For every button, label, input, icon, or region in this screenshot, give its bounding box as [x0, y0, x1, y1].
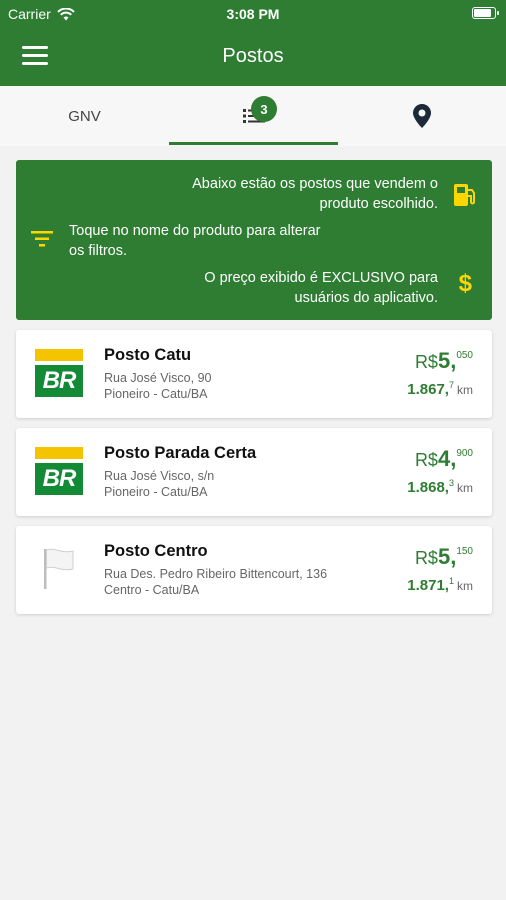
- station-address: Rua José Visco, s/n Pioneiro - Catu/BA: [104, 468, 214, 500]
- station-neighborhood: Centro - Catu/BA: [104, 583, 200, 597]
- distance-decimal: 1: [448, 576, 454, 586]
- price-integer: 5,: [437, 348, 457, 373]
- station-address: Rua Des. Pedro Ribeiro Bittencourt, 136 …: [104, 566, 327, 598]
- price-currency: R$: [414, 450, 438, 470]
- price-currency: R$: [414, 548, 438, 568]
- price-integer: 5,: [437, 544, 457, 569]
- station-distance: 1.871,1 km: [407, 576, 473, 594]
- nav-bar: Postos: [0, 30, 506, 86]
- station-card[interactable]: BR Posto Catu Rua José Visco, 90 Pioneir…: [16, 330, 492, 418]
- price-currency: R$: [414, 352, 438, 372]
- tab-list[interactable]: 3: [169, 86, 338, 146]
- active-tab-indicator: [169, 142, 338, 145]
- info-text-products: Abaixo estão os postos que vendem o prod…: [192, 176, 438, 212]
- station-card[interactable]: Posto Centro Rua Des. Pedro Ribeiro Bitt…: [16, 526, 492, 614]
- br-logo: BR: [35, 349, 83, 397]
- distance-unit: km: [457, 481, 473, 495]
- station-distance: 1.867,7 km: [407, 380, 473, 398]
- station-name: Posto Parada Certa: [104, 444, 257, 462]
- station-street: Rua José Visco, 90: [104, 371, 212, 385]
- white-flag-icon: [35, 545, 83, 593]
- info-text-exclusive: O preço exibido é EXCLUSIVO para usuário…: [204, 270, 438, 306]
- info-banner: Abaixo estão os postos que vendem o prod…: [16, 160, 492, 320]
- distance-decimal: 7: [448, 380, 454, 390]
- station-name: Posto Centro: [104, 542, 208, 560]
- br-logo: BR: [35, 447, 83, 495]
- status-time: 3:08 PM: [226, 6, 280, 22]
- station-name: Posto Catu: [104, 346, 192, 364]
- fuel-pump-icon: [454, 184, 475, 206]
- filter-icon[interactable]: [31, 230, 53, 248]
- page-title: Postos: [222, 45, 284, 67]
- br-logo-text: BR: [35, 365, 83, 397]
- station-street: Rua Des. Pedro Ribeiro Bittencourt, 136: [104, 567, 328, 581]
- info-text-filters[interactable]: Toque no nome do produto para alterar os…: [69, 221, 329, 261]
- distance-unit: km: [457, 383, 473, 397]
- station-neighborhood: Pioneiro - Catu/BA: [104, 485, 208, 499]
- price-decimals: 900: [456, 448, 473, 459]
- distance-integer: 1.867,: [407, 381, 449, 398]
- battery-level: [474, 9, 491, 17]
- price-integer: 4,: [437, 446, 457, 471]
- station-price: R$5,050: [415, 348, 473, 374]
- distance-integer: 1.868,: [407, 479, 449, 496]
- station-price: R$5,150: [415, 544, 473, 570]
- station-address: Rua José Visco, 90 Pioneiro - Catu/BA: [104, 370, 211, 402]
- tab-gnv[interactable]: GNV: [0, 86, 169, 146]
- distance-integer: 1.871,: [407, 577, 449, 594]
- tab-gnv-label: GNV: [68, 107, 101, 125]
- tab-map[interactable]: [338, 86, 506, 146]
- price-decimals: 150: [456, 546, 473, 557]
- map-pin-icon: [413, 104, 431, 128]
- distance-unit: km: [457, 579, 473, 593]
- dollar-icon: $: [458, 270, 472, 297]
- station-count-badge: 3: [251, 96, 277, 122]
- station-street: Rua José Visco, s/n: [104, 469, 215, 483]
- station-card[interactable]: BR Posto Parada Certa Rua José Visco, s/…: [16, 428, 492, 516]
- station-neighborhood: Pioneiro - Catu/BA: [104, 387, 208, 401]
- status-bar: Carrier 3:08 PM: [0, 0, 506, 30]
- br-logo-text: BR: [35, 463, 83, 495]
- station-price: R$4,900: [415, 446, 473, 472]
- battery-icon: [472, 7, 499, 19]
- price-decimals: 050: [456, 350, 473, 361]
- tab-bar: GNV 3: [0, 86, 506, 146]
- distance-decimal: 3: [448, 478, 454, 488]
- station-distance: 1.868,3 km: [407, 478, 473, 496]
